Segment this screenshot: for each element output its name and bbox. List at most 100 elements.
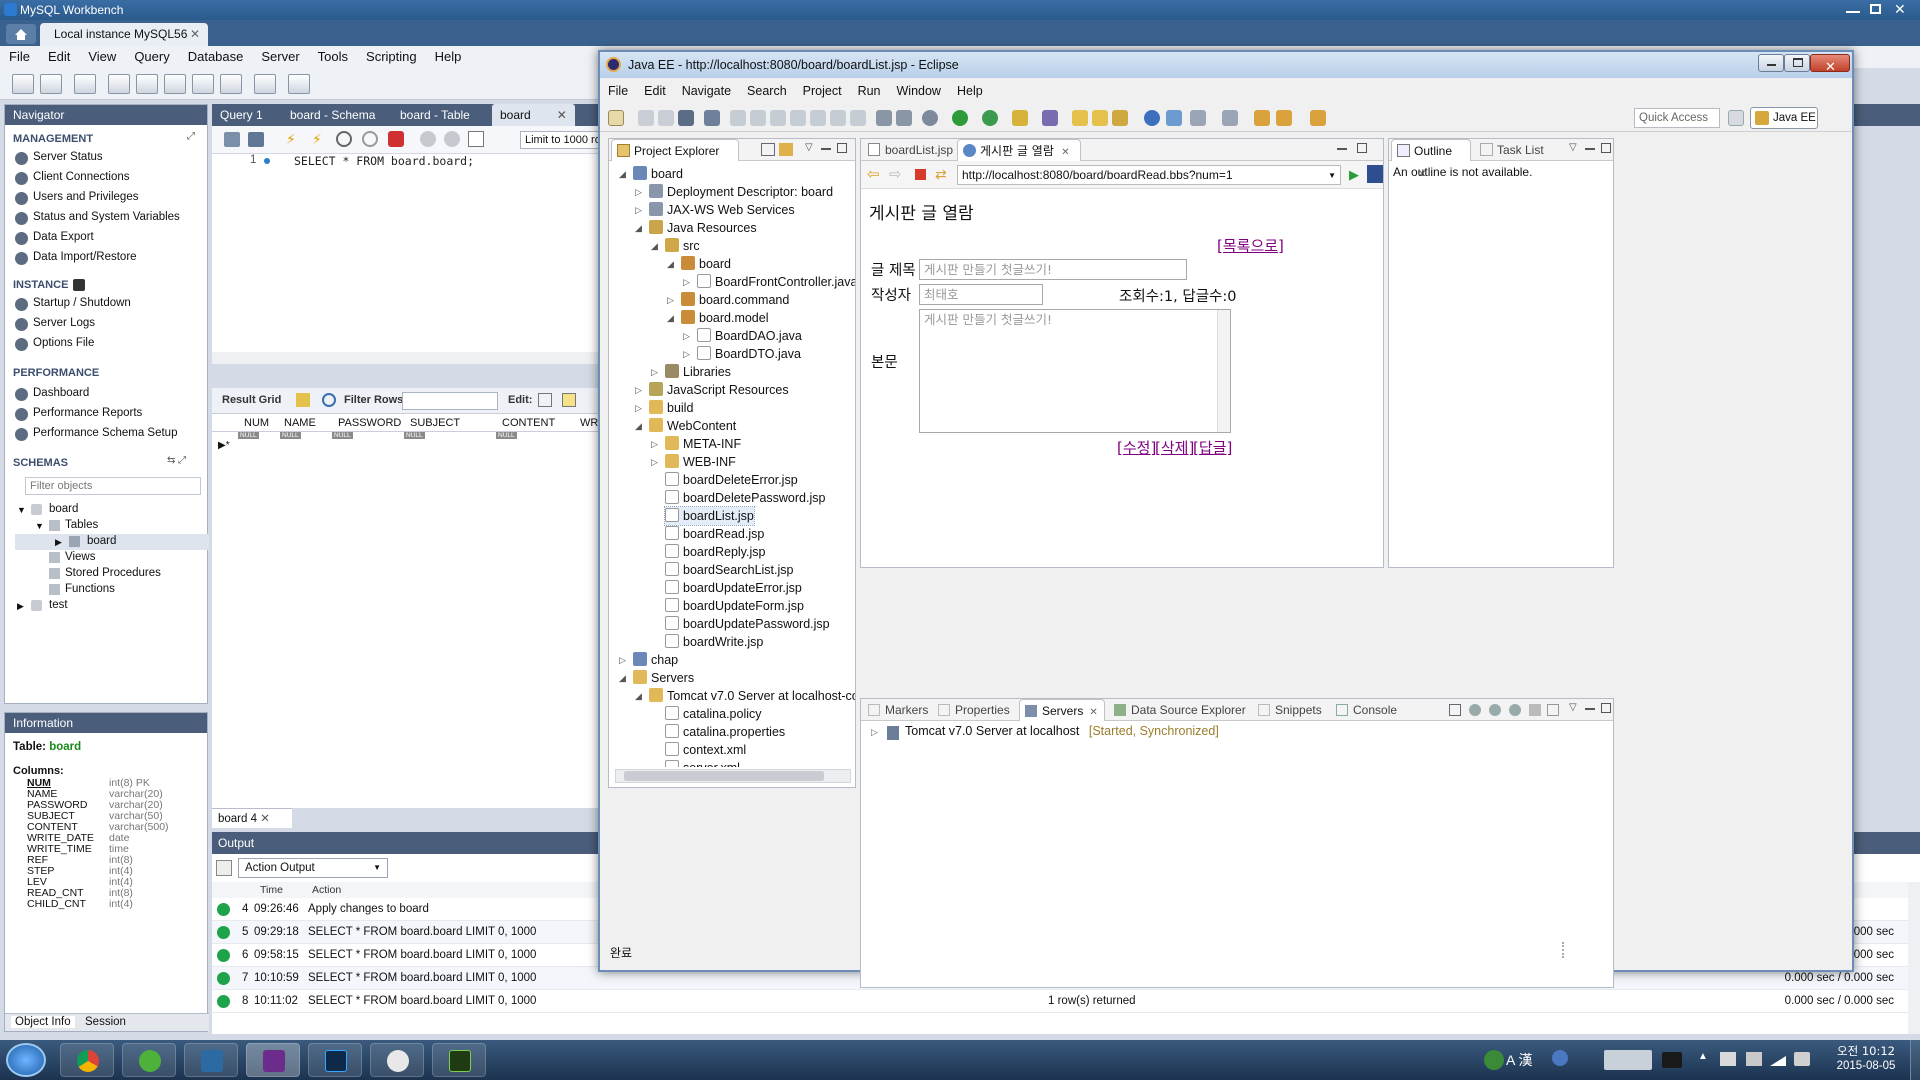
- output-options-icon[interactable]: [216, 860, 232, 876]
- reconnect-icon[interactable]: [288, 74, 310, 94]
- taskbar-mysql-workbench[interactable]: [184, 1043, 238, 1077]
- new-icon[interactable]: [608, 110, 624, 126]
- result-grid-label[interactable]: Result Grid: [222, 394, 281, 406]
- clock[interactable]: 오전 10:12 2015-08-05: [1826, 1044, 1906, 1074]
- forward-icon[interactable]: [1310, 110, 1326, 126]
- insert-row-icon[interactable]: [562, 393, 576, 407]
- edit-link[interactable]: [수정]: [1117, 437, 1156, 458]
- input-language[interactable]: A 漢: [1506, 1050, 1532, 1070]
- menu-help[interactable]: Help: [949, 82, 991, 100]
- result-tab[interactable]: board 4 ✕: [212, 808, 292, 828]
- nav-schema-setup[interactable]: Performance Schema Setup: [15, 427, 177, 441]
- tree-tables[interactable]: Tables: [65, 519, 98, 531]
- debug-icon[interactable]: [922, 110, 938, 126]
- schema-board[interactable]: board: [49, 503, 78, 515]
- tree-item[interactable]: board: [633, 165, 683, 183]
- tree-item[interactable]: JAX-WS Web Services: [649, 201, 795, 219]
- run-icon[interactable]: [952, 110, 968, 126]
- nav-dashboard[interactable]: Dashboard: [15, 387, 89, 401]
- show-hidden-icons-icon[interactable]: ▲: [1698, 1051, 1708, 1062]
- web-browser-icon[interactable]: [1144, 110, 1160, 126]
- taskbar-dreamweaver[interactable]: [432, 1043, 486, 1077]
- minimize-icon[interactable]: [1585, 708, 1595, 710]
- expand-arrow-icon[interactable]: ▼: [35, 521, 44, 531]
- rollback-icon[interactable]: [444, 131, 460, 147]
- volume-icon[interactable]: [1794, 1052, 1810, 1066]
- expand-arrow-icon[interactable]: ▷: [635, 381, 642, 399]
- maximize-icon[interactable]: [1601, 703, 1611, 713]
- tree-item[interactable]: src: [665, 237, 700, 255]
- tree-item[interactable]: boardRead.jsp: [665, 525, 764, 543]
- tab-board[interactable]: board ✕: [492, 104, 575, 126]
- tree-views[interactable]: Views: [65, 551, 95, 563]
- tab-servers[interactable]: Servers ✕: [1019, 699, 1105, 721]
- scrollbar-thumb[interactable]: [624, 771, 824, 781]
- minimize-icon[interactable]: [1337, 148, 1347, 150]
- resume-icon[interactable]: [730, 110, 746, 126]
- minimize-icon[interactable]: [821, 148, 831, 150]
- taskbar-photoshop[interactable]: [308, 1043, 362, 1077]
- col-subject[interactable]: SUBJECT: [410, 417, 460, 429]
- menu-edit[interactable]: Edit: [39, 46, 79, 67]
- search-table-data-icon[interactable]: [254, 74, 276, 94]
- nav-data-export[interactable]: Data Export: [15, 231, 94, 245]
- expand-arrow-icon[interactable]: ▷: [871, 727, 878, 738]
- go-icon[interactable]: ▶: [1349, 167, 1359, 183]
- tree-item[interactable]: JavaScript Resources: [649, 381, 789, 399]
- notification-icon[interactable]: [1662, 1052, 1682, 1068]
- publish-icon[interactable]: [1547, 704, 1559, 716]
- menu-help[interactable]: Help: [426, 46, 471, 67]
- expand-arrow-icon[interactable]: ▷: [635, 201, 642, 219]
- tab-outline[interactable]: Outline ✕: [1391, 139, 1471, 180]
- view-menu-icon[interactable]: ▽: [1569, 702, 1577, 713]
- tree-item[interactable]: WebContent: [649, 417, 736, 435]
- taskbar-eclipse[interactable]: [246, 1043, 300, 1077]
- stop-icon[interactable]: [915, 169, 926, 180]
- dropdown-arrow-icon[interactable]: ▼: [1328, 167, 1336, 185]
- collapse-all-icon[interactable]: [1449, 704, 1461, 716]
- tree-item[interactable]: build: [649, 399, 693, 417]
- action-center-icon[interactable]: [1720, 1052, 1736, 1066]
- collapse-arrow-icon[interactable]: ◢: [651, 237, 658, 255]
- open-type-icon[interactable]: [1072, 110, 1088, 126]
- keyboard-indicator[interactable]: [1604, 1050, 1652, 1070]
- step-into-icon[interactable]: [810, 110, 826, 126]
- nav-options-file[interactable]: Options File: [15, 337, 94, 351]
- limit-rows-select[interactable]: Limit to 1000 rows: [520, 131, 602, 149]
- show-desktop-button[interactable]: [1910, 1040, 1920, 1080]
- expand-arrow-icon[interactable]: ▷: [619, 651, 626, 669]
- tree-item[interactable]: BoardFrontController.java: [697, 273, 855, 291]
- expand-arrow-icon[interactable]: ▷: [667, 291, 674, 309]
- nav-startup-shutdown[interactable]: Startup / Shutdown: [15, 297, 131, 311]
- start-button[interactable]: [6, 1043, 46, 1077]
- tree-item[interactable]: boardList.jsp: [664, 506, 755, 526]
- tree-item[interactable]: Servers: [633, 669, 694, 687]
- expand-arrow-icon[interactable]: ▷: [651, 435, 658, 453]
- maximize-button[interactable]: [1784, 54, 1810, 72]
- new-java-class-icon[interactable]: [1042, 110, 1058, 126]
- menu-file[interactable]: File: [600, 82, 636, 100]
- open-task-icon[interactable]: [1092, 110, 1108, 126]
- menu-search[interactable]: Search: [739, 82, 795, 100]
- profile-server-icon[interactable]: [1509, 704, 1521, 716]
- disconnect-icon[interactable]: [790, 110, 806, 126]
- tab-properties[interactable]: Properties: [933, 699, 1016, 721]
- tree-stored-procedures[interactable]: Stored Procedures: [65, 567, 161, 579]
- tab-query-1[interactable]: Query 1: [212, 104, 271, 126]
- help-icon[interactable]: [1552, 1050, 1568, 1066]
- tree-item[interactable]: boardUpdatePassword.jsp: [665, 615, 830, 633]
- tab-session[interactable]: Session: [85, 1016, 126, 1028]
- power-icon[interactable]: [1746, 1052, 1762, 1066]
- textarea-scrollbar[interactable]: [1217, 310, 1230, 432]
- suspend-icon[interactable]: [750, 110, 766, 126]
- tab-snippets[interactable]: Snippets: [1253, 699, 1328, 721]
- expand-arrow-icon[interactable]: ▷: [635, 183, 642, 201]
- print-icon[interactable]: [678, 110, 694, 126]
- tab-task-list[interactable]: Task List: [1475, 139, 1551, 161]
- explain-icon[interactable]: [336, 131, 352, 147]
- expand-arrow-icon[interactable]: ▷: [651, 363, 658, 381]
- collapse-arrow-icon[interactable]: ◢: [619, 165, 626, 183]
- schema-test[interactable]: test: [49, 599, 68, 611]
- menu-database[interactable]: Database: [179, 46, 253, 67]
- tree-item[interactable]: Java Resources: [649, 219, 757, 237]
